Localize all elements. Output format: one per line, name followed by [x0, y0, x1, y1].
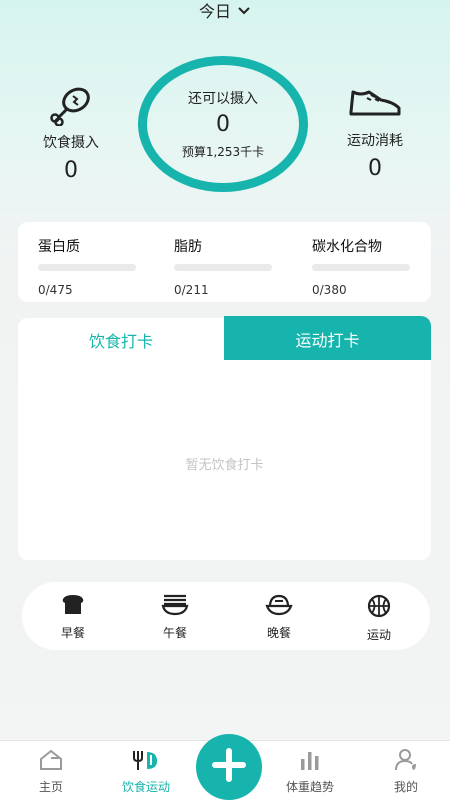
empty-state-text: 暂无饮食打卡 — [185, 458, 264, 473]
nutrient-value: 0/211 — [174, 283, 209, 297]
tab-diet-checkin[interactable]: 饮食打卡 — [18, 318, 224, 362]
bar-chart-icon — [298, 749, 322, 774]
home-icon — [38, 749, 64, 774]
nav-home-label: 主页 — [38, 780, 63, 794]
exercise-button[interactable]: 运动 — [344, 594, 414, 643]
plus-icon — [211, 747, 247, 787]
nutrient-protein: 蛋白质 0/475 — [38, 236, 136, 297]
nav-weight-trend[interactable]: 体重趋势 — [270, 749, 350, 795]
quick-add-bar: 早餐 午餐 晚餐 运动 — [22, 582, 430, 650]
nutrient-name: 蛋白质 — [38, 239, 80, 255]
nutrient-card: 蛋白质 0/475 脂肪 0/211 碳水化合物 0/380 — [18, 222, 431, 302]
intake-label: 饮食摄入 — [43, 135, 99, 151]
budget-text: 预算1,253千卡 — [181, 145, 265, 159]
user-icon — [393, 749, 419, 774]
nav-home[interactable]: 主页 — [11, 749, 91, 795]
burn-value: 0 — [368, 156, 382, 181]
nav-profile-label: 我的 — [393, 780, 418, 794]
nutrient-carbs: 碳水化合物 0/380 — [312, 236, 410, 297]
dinner-button[interactable]: 晚餐 — [244, 594, 314, 641]
noodle-bowl-icon — [161, 594, 189, 619]
nutrient-progress-bar — [312, 264, 410, 271]
burn-summary: 运动消耗 0 — [330, 84, 420, 181]
nutrient-name: 碳水化合物 — [312, 239, 382, 255]
lunch-label: 午餐 — [162, 626, 187, 640]
nav-weight-trend-label: 体重趋势 — [285, 780, 334, 794]
fork-knife-icon — [131, 749, 161, 774]
bread-icon — [60, 594, 86, 619]
nutrient-name: 脂肪 — [174, 239, 202, 255]
nutrient-value: 0/475 — [38, 283, 73, 297]
nutrient-value: 0/380 — [312, 283, 347, 297]
exercise-label: 运动 — [366, 628, 391, 642]
nutrient-progress-bar — [38, 264, 136, 271]
dinner-label: 晚餐 — [266, 626, 291, 640]
nav-profile[interactable]: 我的 — [366, 749, 446, 795]
drumstick-icon — [46, 84, 96, 130]
date-label: 今日 — [198, 2, 231, 21]
breakfast-label: 早餐 — [60, 626, 85, 640]
intake-summary: 饮食摄入 0 — [26, 84, 116, 183]
lunch-button[interactable]: 午餐 — [140, 594, 210, 641]
nutrient-fat: 脂肪 0/211 — [174, 236, 272, 297]
chevron-down-icon — [237, 1, 251, 20]
remaining-value: 0 — [216, 112, 230, 137]
nav-diet-exercise-label: 饮食运动 — [121, 780, 170, 794]
sneaker-icon — [347, 84, 403, 126]
breakfast-button[interactable]: 早餐 — [38, 594, 108, 641]
date-selector[interactable]: 今日 — [0, 0, 450, 21]
checkin-list-panel: 暂无饮食打卡 — [18, 360, 431, 560]
basketball-icon — [367, 594, 391, 621]
remaining-calories-ring: 还可以摄入 0 预算1,253千卡 — [138, 56, 308, 192]
intake-value: 0 — [64, 158, 78, 183]
nav-diet-exercise[interactable]: 饮食运动 — [106, 749, 186, 795]
burn-label: 运动消耗 — [347, 133, 403, 149]
tab-exercise-checkin[interactable]: 运动打卡 — [224, 316, 431, 362]
add-record-button[interactable] — [196, 734, 262, 800]
remaining-label: 还可以摄入 — [188, 91, 258, 107]
nutrient-progress-bar — [174, 264, 272, 271]
rice-bowl-icon — [265, 594, 293, 619]
